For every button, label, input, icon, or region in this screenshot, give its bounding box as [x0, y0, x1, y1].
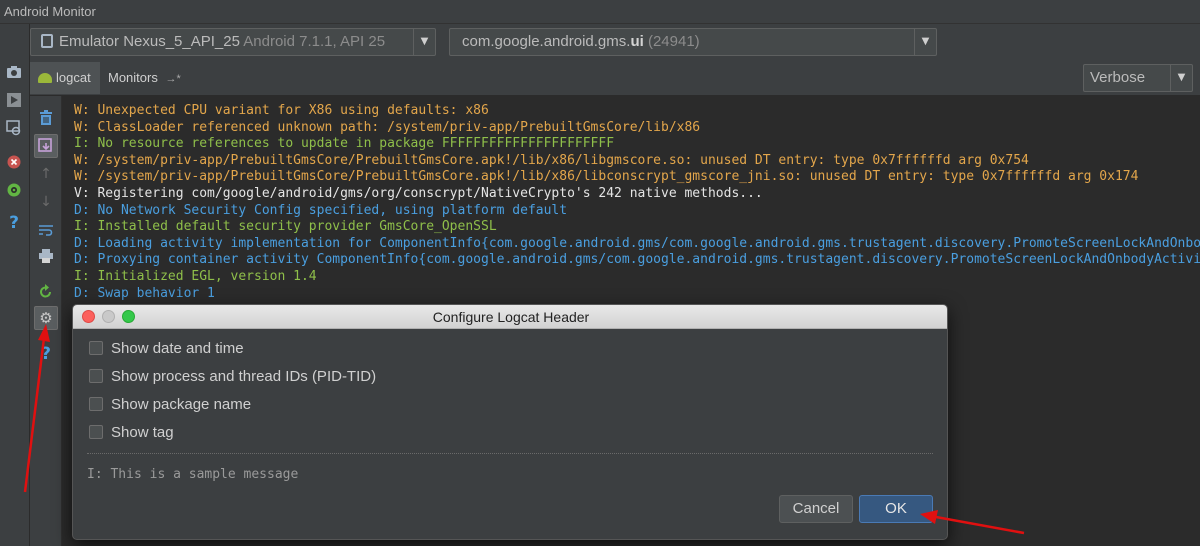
- logcat-toolbar: ↑ ↓ ⚙ ?: [30, 96, 62, 546]
- device-toolbar: Emulator Nexus_5_API_25 Android 7.1.1, A…: [30, 24, 1200, 60]
- trash-icon[interactable]: [36, 108, 56, 128]
- log-level-selector[interactable]: Verbose ▼: [1083, 64, 1193, 92]
- android-monitor-window: Android Monitor ? Emulator Nexus_5_API_2…: [0, 0, 1200, 546]
- divider: [87, 453, 933, 454]
- stop-icon[interactable]: [4, 152, 24, 172]
- log-line: W: /system/priv-app/PrebuiltGmsCore/Preb…: [74, 169, 1139, 184]
- log-line: W: /system/priv-app/PrebuiltGmsCore/Preb…: [74, 153, 1029, 168]
- soft-wrap-icon[interactable]: [36, 220, 56, 240]
- log-level-value: Verbose: [1090, 69, 1146, 86]
- option-show-date-time[interactable]: Show date and time: [89, 339, 244, 359]
- down-arrow-icon[interactable]: ↓: [36, 192, 56, 212]
- process-pid: (24941): [647, 33, 700, 50]
- restore-layout-icon[interactable]: →*: [165, 73, 180, 85]
- log-line: D: Swap behavior 1: [74, 286, 215, 301]
- restart-icon[interactable]: [36, 282, 56, 302]
- option-label: Show tag: [111, 424, 174, 441]
- log-line: D: Loading activity implementation for C…: [74, 236, 1200, 251]
- ok-button[interactable]: OK: [859, 495, 933, 523]
- screen-record-icon[interactable]: [4, 118, 24, 138]
- process-selector[interactable]: com.google.android.gms.ui (24941) ▼: [449, 28, 937, 56]
- device-name: Emulator Nexus_5_API_25: [59, 33, 240, 50]
- chevron-down-icon[interactable]: ▼: [413, 29, 435, 55]
- left-tool-strip: ?: [0, 24, 30, 546]
- log-line: W: ClassLoader referenced unknown path: …: [74, 120, 701, 135]
- log-line: D: Proxying container activity Component…: [74, 252, 1200, 267]
- close-window-icon[interactable]: [82, 310, 95, 323]
- settings-gear-icon[interactable]: ⚙: [34, 306, 58, 330]
- log-line: I: No resource references to update in p…: [74, 136, 615, 151]
- camera-icon[interactable]: [4, 62, 24, 82]
- option-label: Show package name: [111, 396, 252, 413]
- help-icon[interactable]: ?: [36, 344, 56, 364]
- scroll-to-end-icon[interactable]: [34, 134, 58, 158]
- dialog-title: Configure Logcat Header: [432, 309, 590, 325]
- device-selector[interactable]: Emulator Nexus_5_API_25 Android 7.1.1, A…: [30, 28, 436, 56]
- tab-logcat[interactable]: logcat: [30, 62, 100, 94]
- option-label: Show process and thread IDs (PID-TID): [111, 368, 377, 385]
- tab-logcat-label: logcat: [56, 70, 91, 85]
- log-line: W: Unexpected CPU variant for X86 using …: [74, 103, 489, 118]
- log-line: I: Initialized EGL, version 1.4: [74, 269, 317, 284]
- up-arrow-icon[interactable]: ↑: [36, 164, 56, 184]
- checkbox[interactable]: [89, 369, 103, 383]
- minimize-window-icon[interactable]: [102, 310, 115, 323]
- android-icon: [38, 73, 52, 83]
- log-line: D: No Network Security Config specified,…: [74, 203, 568, 218]
- tab-monitors[interactable]: Monitors →*: [106, 62, 186, 94]
- chevron-down-icon[interactable]: ▼: [1170, 65, 1192, 91]
- sample-message-preview: I: This is a sample message: [87, 467, 299, 482]
- process-name-suffix: ui: [630, 33, 644, 50]
- tab-monitors-label: Monitors: [108, 70, 158, 85]
- chevron-down-icon[interactable]: ▼: [914, 29, 936, 55]
- option-label: Show date and time: [111, 340, 244, 357]
- checkbox[interactable]: [89, 397, 103, 411]
- play-icon[interactable]: [4, 90, 24, 110]
- print-icon[interactable]: [36, 246, 56, 266]
- dialog-title-bar: Configure Logcat Header: [73, 305, 947, 329]
- help-icon[interactable]: ?: [4, 213, 24, 233]
- layout-icon[interactable]: [4, 180, 24, 200]
- window-title: Android Monitor: [0, 0, 1200, 24]
- option-show-pid-tid[interactable]: Show process and thread IDs (PID-TID): [89, 367, 376, 387]
- configure-logcat-header-dialog: Configure Logcat Header Show date and ti…: [72, 304, 948, 540]
- device-icon: [41, 34, 53, 48]
- device-detail: Android 7.1.1, API 25: [243, 33, 386, 50]
- monitor-tabbar: logcat Monitors →* Verbose ▼: [30, 60, 1200, 96]
- process-name: com.google.android.gms.: [462, 33, 631, 50]
- log-line: V: Registering com/google/android/gms/or…: [74, 186, 763, 201]
- option-show-tag[interactable]: Show tag: [89, 423, 174, 443]
- zoom-window-icon[interactable]: [122, 310, 135, 323]
- option-show-package-name[interactable]: Show package name: [89, 395, 251, 415]
- cancel-button[interactable]: Cancel: [779, 495, 853, 523]
- checkbox[interactable]: [89, 425, 103, 439]
- checkbox[interactable]: [89, 341, 103, 355]
- log-line: I: Installed default security provider G…: [74, 219, 497, 234]
